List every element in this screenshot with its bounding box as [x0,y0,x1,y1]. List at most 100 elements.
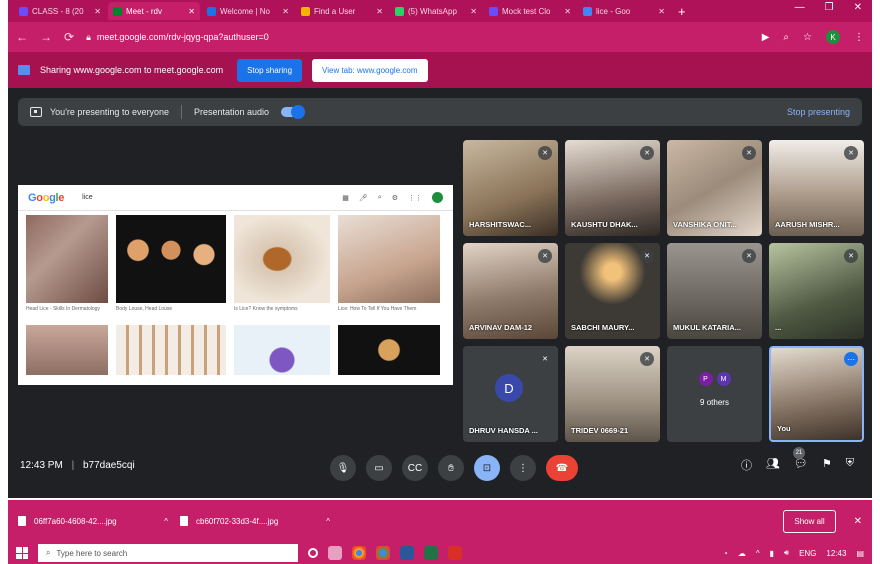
close-icon[interactable]: ✕ [376,7,383,16]
activities-icon[interactable]: ⚑ [822,457,832,473]
self-tile[interactable]: ⋯ You [769,346,864,442]
tab-whatsapp[interactable]: (5) WhatsApp ✕ [390,2,482,20]
show-all-button[interactable]: Show all [783,509,836,533]
word-icon[interactable] [400,546,414,560]
stop-sharing-button[interactable]: Stop sharing [237,58,303,82]
participant-tile[interactable]: ✕ VANSHIKA ONIT... [667,140,762,236]
reload-icon[interactable]: ⟳ [64,30,74,44]
close-window-icon[interactable]: ✕ [854,2,862,13]
close-icon[interactable]: ✕ [188,7,195,16]
notification-icon[interactable]: ▤ [856,549,864,558]
participant-tile[interactable]: ✕ KAUSHTU DHAK... [565,140,660,236]
toolbar-right: ▶ ⌕ ☆ K ⋮ [762,30,864,44]
close-icon[interactable]: ✕ [854,516,862,527]
participant-tile[interactable]: ✕ ... [769,243,864,339]
participant-name: You [777,424,791,433]
close-icon[interactable]: ✕ [282,7,289,16]
participant-tile[interactable]: ✕ SABCHI MAURY... [565,243,660,339]
weather-icon[interactable]: ☁ [738,549,746,558]
back-icon[interactable]: ← [16,30,28,44]
tab-find-user[interactable]: Find a User ✕ [296,2,388,20]
close-icon[interactable]: ✕ [564,7,571,16]
divider [180,105,182,119]
participant-tile-dhruv[interactable]: ✕ D DHRUV HANSDA ... [463,346,558,442]
others-tile[interactable]: P M 9 others [667,346,762,442]
taskbar: ⌕ Type here to search ◔ ☁ ^ ▮ 🔊︎ ENG 12:… [8,542,872,564]
info-icon[interactable]: ⓘ [741,457,752,473]
tab-welcome[interactable]: Welcome | No ✕ [202,2,294,20]
clock[interactable]: 12:43 [826,549,846,558]
stop-presenting-button[interactable]: Stop presenting [787,107,850,117]
mic-off-icon: ✕ [538,146,552,160]
more-options-icon[interactable]: ⋯ [844,352,858,366]
present-button[interactable]: ⊡ [474,455,500,481]
tab-mock-test[interactable]: Mock test Clo ✕ [484,2,576,20]
participant-name: ARVINAV DAM-12 [469,323,533,332]
excel-icon[interactable] [424,546,438,560]
new-tab-button[interactable]: + [678,4,686,19]
others-label: 9 others [700,398,729,407]
tab-lice-google[interactable]: lice - Goo ✕ [578,2,670,20]
camera-indicator-icon[interactable]: ▶ [762,32,770,43]
image-result [116,325,226,375]
google-header: Google lice ▦ 🎤︎ ⌕ ⚙ ⋮⋮ [18,185,453,211]
view-tab-button[interactable]: View tab: www.google.com [312,58,428,82]
presentation-audio-toggle[interactable] [281,105,306,119]
chat-icon[interactable]: 💬︎ [794,457,808,473]
participant-tile[interactable]: ✕ AARUSH MISHR... [769,140,864,236]
mic-button[interactable]: 🎙︎ [330,455,356,481]
present-icon [30,107,42,117]
participant-name: AARUSH MISHR... [775,220,840,229]
chrome-icon[interactable] [352,546,366,560]
leave-call-button[interactable]: ☎ [546,455,578,481]
tab-meet[interactable]: Meet - rdv ✕ [108,2,200,20]
minimize-icon[interactable]: — [795,2,805,13]
profile-avatar[interactable]: K [826,30,840,44]
close-icon[interactable]: ✕ [658,7,665,16]
menu-icon[interactable]: ⋮ [854,32,864,43]
avatar: P [698,372,713,386]
chrome-icon[interactable] [376,546,390,560]
chevron-up-icon[interactable]: ^ [756,549,760,558]
zoom-icon[interactable]: ⌕ [783,32,789,43]
close-icon[interactable]: ✕ [94,7,101,16]
tab-class[interactable]: CLASS - 8 (20 ✕ [14,2,106,20]
network-icon[interactable]: ◔ [723,549,728,558]
share-screen-icon [18,65,30,75]
captions-button[interactable]: CC [402,455,428,481]
search-icon: ⌕ [46,548,51,557]
cortana-icon[interactable] [308,548,318,558]
battery-icon[interactable]: ▮ [770,549,774,558]
download-item[interactable]: 06ff7a60-4608-42....jpg ^ [18,516,168,526]
star-icon[interactable]: ☆ [803,32,812,43]
download-item[interactable]: cb60f702-33d3-4f....jpg ^ [180,516,330,526]
volume-icon[interactable]: 🔊︎ [784,548,789,558]
lock-icon: 🔒︎ [86,31,91,42]
windows-start-icon[interactable] [16,547,28,559]
taskbar-search[interactable]: ⌕ Type here to search [38,544,298,562]
chevron-up-icon[interactable]: ^ [164,517,168,526]
people-icon[interactable]: 👥︎ 21 [766,447,805,473]
chevron-up-icon[interactable]: ^ [326,517,330,526]
image-result [26,325,108,375]
forward-icon[interactable]: → [40,30,52,44]
participant-tile[interactable]: ✕ HARSHITSWAC... [463,140,558,236]
url-field[interactable]: 🔒︎ meet.google.com/rdv-jqyg-qpa?authuser… [86,32,269,43]
participant-tile[interactable]: ✕ MUKUL KATARIA... [667,243,762,339]
system-tray: ◔ ☁ ^ ▮ 🔊︎ ENG 12:43 ▤ [723,548,864,558]
close-icon[interactable]: ✕ [470,7,477,16]
maximize-icon[interactable]: ❐ [825,2,834,13]
language-indicator[interactable]: ENG [799,549,816,558]
pdf-icon[interactable] [448,546,462,560]
presenting-bar: You're presenting to everyone Presentati… [18,98,862,126]
raise-hand-button[interactable]: ✋︎ [438,455,464,481]
more-options-button[interactable]: ⋮ [510,455,536,481]
participant-name: HARSHITSWAC... [469,220,532,229]
participant-tile[interactable]: ✕ ARVINAV DAM-12 [463,243,558,339]
task-view-icon[interactable] [328,546,342,560]
shared-screen: Google lice ▦ 🎤︎ ⌕ ⚙ ⋮⋮ Head Lice - Skil… [18,185,453,385]
host-controls-icon[interactable]: ⛨ [846,457,854,473]
participant-tile-tridev[interactable]: ✕ TRIDEV 0669-21 [565,346,660,442]
camera-button[interactable]: ▭ [366,455,392,481]
tab-favicon [19,6,28,16]
